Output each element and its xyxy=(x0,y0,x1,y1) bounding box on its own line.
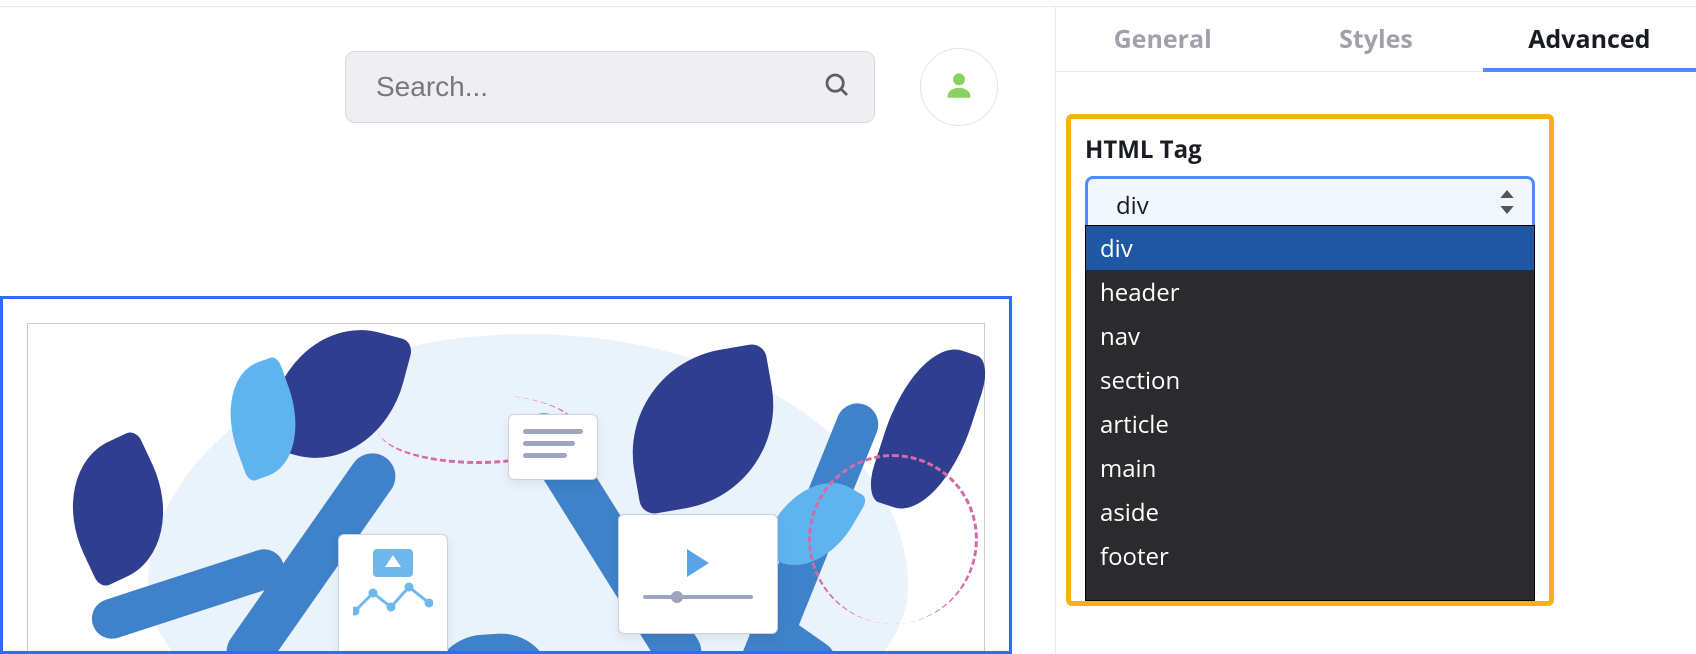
illustration-text-card xyxy=(508,414,598,480)
play-icon xyxy=(687,549,709,577)
html-tag-value: div xyxy=(1116,189,1149,222)
search-input[interactable] xyxy=(376,71,822,103)
canvas-inner-frame xyxy=(27,323,985,654)
option-header[interactable]: header xyxy=(1086,270,1534,314)
option-nav[interactable]: nav xyxy=(1086,314,1534,358)
panel-tabs: General Styles Advanced xyxy=(1056,6,1696,72)
option-div[interactable]: div xyxy=(1086,226,1534,270)
html-tag-label: HTML Tag xyxy=(1085,133,1535,166)
tab-styles[interactable]: Styles xyxy=(1269,6,1482,71)
option-main[interactable]: main xyxy=(1086,446,1534,490)
illustration-analytics-card xyxy=(338,534,448,654)
search-field[interactable] xyxy=(345,51,875,123)
illustration-video-card xyxy=(618,514,778,634)
html-tag-dropdown[interactable]: div header nav section article main asid… xyxy=(1085,225,1535,601)
search-icon[interactable] xyxy=(822,70,852,105)
option-footer[interactable]: footer xyxy=(1086,534,1534,578)
option-aside[interactable]: aside xyxy=(1086,490,1534,534)
tab-advanced[interactable]: Advanced xyxy=(1483,6,1696,71)
option-section[interactable]: section xyxy=(1086,358,1534,402)
user-avatar[interactable] xyxy=(920,48,998,126)
user-icon xyxy=(942,68,976,107)
option-article[interactable]: article xyxy=(1086,402,1534,446)
page-header xyxy=(0,48,1055,126)
select-sort-icon xyxy=(1498,189,1516,222)
canvas-selection[interactable] xyxy=(0,296,1012,654)
decorative-illustration xyxy=(28,324,984,654)
tab-general[interactable]: General xyxy=(1056,6,1269,71)
inspector-panel: General Styles Advanced HTML Tag div div… xyxy=(1056,6,1696,654)
html-tag-section: HTML Tag div div header nav section arti… xyxy=(1066,114,1554,606)
